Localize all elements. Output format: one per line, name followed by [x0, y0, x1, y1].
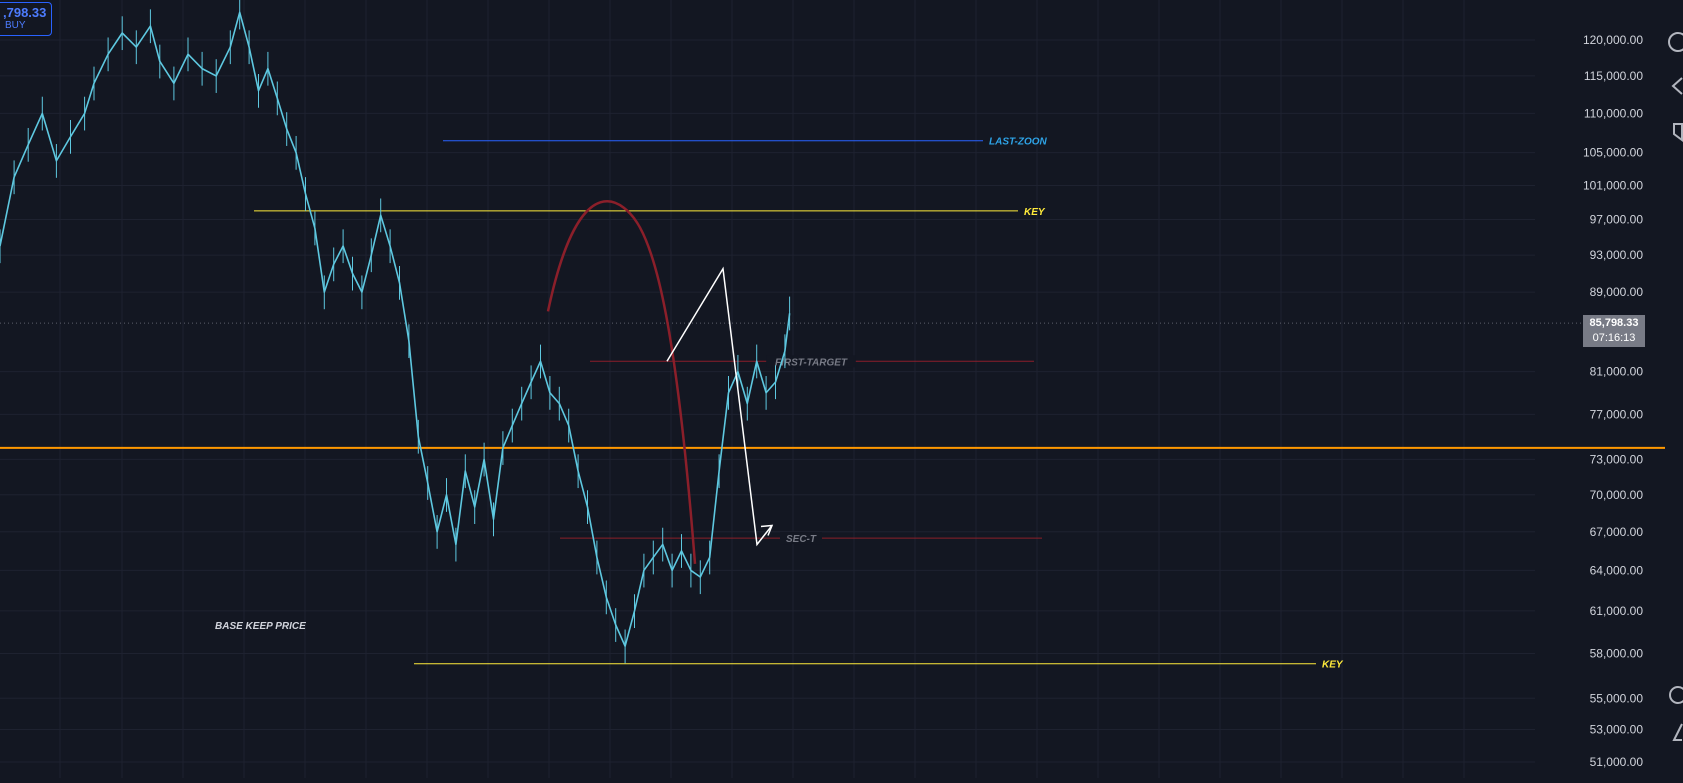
buy-order-label: BUY — [5, 20, 26, 31]
y-tick-label: 120,000.00 — [1583, 33, 1643, 47]
y-tick-label: 58,000.00 — [1590, 646, 1644, 660]
y-tick-label: 77,000.00 — [1590, 407, 1644, 421]
price-chart[interactable]: 120,000.00 115,000.00 110,000.00 105,000.00… — [0, 0, 1665, 778]
y-tick-label: 105,000.00 — [1583, 146, 1643, 160]
level-label-key: KEY — [1024, 207, 1046, 218]
projection-arc[interactable] — [546, 200, 697, 564]
buy-order-button[interactable]: ,798.33 BUY — [0, 2, 52, 36]
candle-countdown: 07:16:13 — [1592, 332, 1636, 344]
chart-workspace[interactable]: 120,000.00 115,000.00 110,000.00 105,000.00… — [0, 0, 1683, 778]
buy-order-price: ,798.33 — [3, 5, 47, 20]
current-price-value: 85,798.33 — [1589, 317, 1639, 329]
zoom-icon — [1668, 32, 1683, 52]
y-tick-label: 67,000.00 — [1590, 525, 1644, 539]
y-tick-label: 73,000.00 — [1590, 452, 1644, 466]
right-toolbar — [1665, 0, 1683, 778]
chevron-left-icon — [1671, 77, 1683, 95]
y-tick-label: 115,000.00 — [1584, 69, 1643, 83]
level-label-key: KEY — [1322, 660, 1344, 671]
settings-icon — [1669, 686, 1683, 704]
y-tick-label: 81,000.00 — [1590, 365, 1644, 379]
y-tick-label: 53,000.00 — [1590, 723, 1644, 737]
current-price-tag: 85,798.33 07:16:13 — [1583, 315, 1645, 347]
zone-rectangle[interactable] — [0, 446, 1665, 778]
y-tick-label: 55,000.00 — [1590, 691, 1644, 705]
right-toolbar-icons — [1668, 32, 1683, 741]
y-tick-label: 89,000.00 — [1590, 285, 1644, 299]
level-label-first-target: FIRST-TARGET — [775, 357, 848, 368]
y-tick-label: 64,000.00 — [1590, 563, 1644, 577]
annotation-base-keep-price: BASE KEEP PRICE — [215, 621, 306, 632]
y-tick-label: 51,000.00 — [1590, 755, 1644, 769]
y-tick-label: 93,000.00 — [1590, 248, 1644, 262]
y-tick-label: 101,000.00 — [1583, 178, 1643, 192]
y-tick-label: 70,000.00 — [1590, 488, 1644, 502]
level-label-last-zoon: LAST-ZOON — [989, 137, 1048, 148]
y-tick-label: 61,000.00 — [1590, 604, 1644, 618]
y-tick-label: 97,000.00 — [1590, 213, 1644, 227]
draw-tool-icon — [1672, 723, 1683, 741]
level-label-sec-t: SEC-T — [786, 534, 817, 545]
flag-icon — [1673, 123, 1683, 142]
y-tick-label: 110,000.00 — [1584, 106, 1643, 120]
projection-arrow-path[interactable] — [666, 266, 773, 547]
